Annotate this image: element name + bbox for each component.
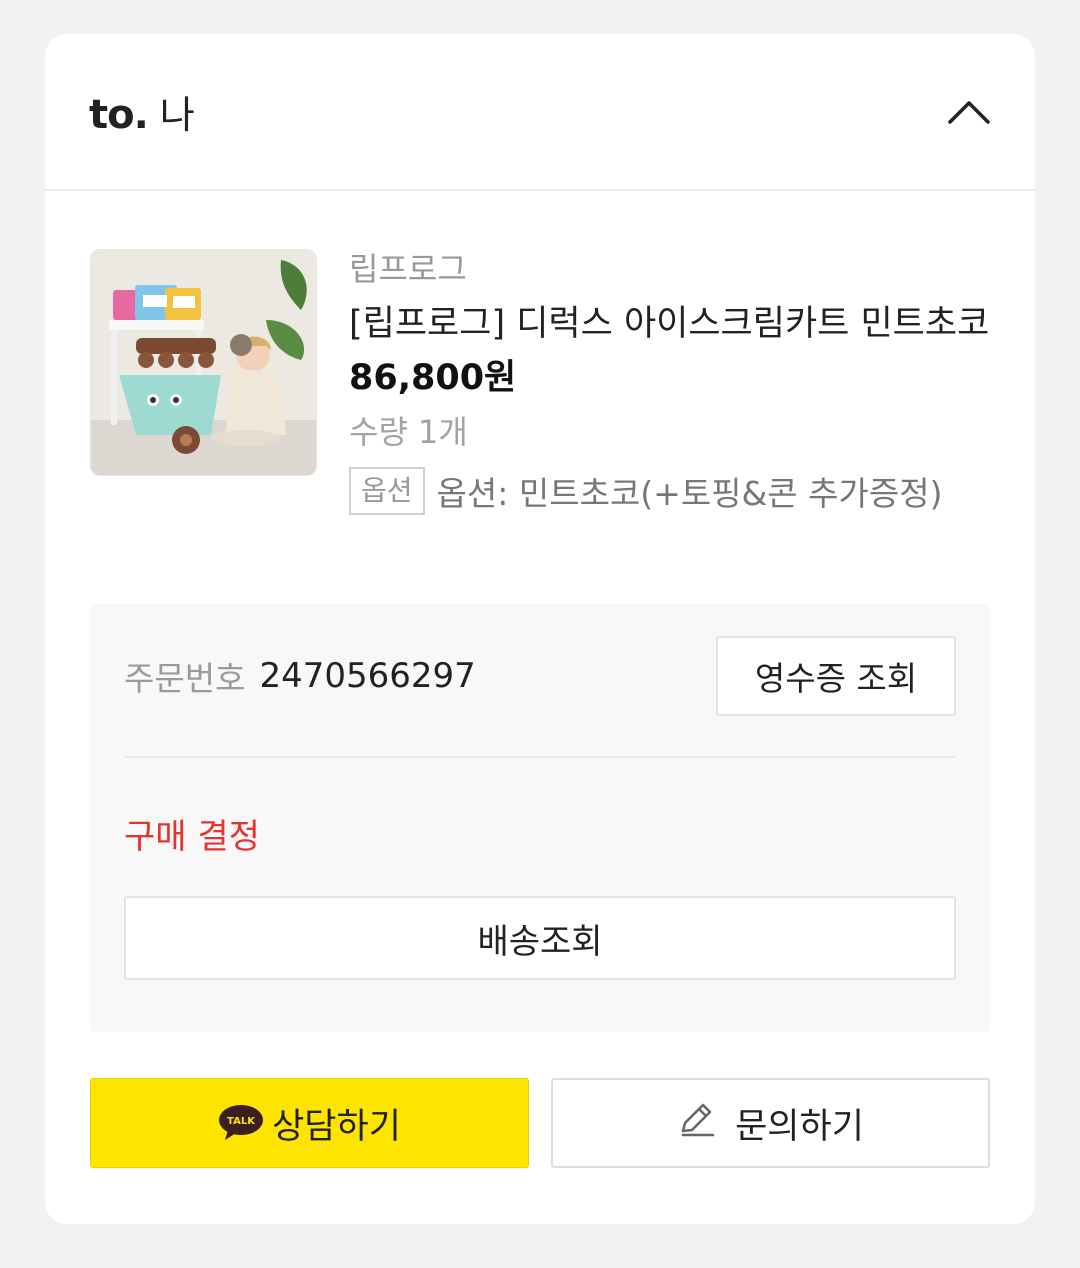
talk-icon-text: TALK [227,1116,256,1127]
product-option: 옵션 옵션: 민트초코(+토핑&콘 추가증정) [349,467,990,515]
order-status: 구매 결정 [124,817,260,857]
order-info-box: 주문번호 2470566297 영수증 조회 구매 결정 배송조회 [90,604,990,1032]
product-info: 립프로그 [립프로그] 디럭스 아이스크림카트 민트초코 86,800원 수량 … [349,249,990,515]
inquiry-button[interactable]: 문의하기 [551,1078,990,1168]
divider [124,756,956,758]
action-buttons: TALK 상담하기 문의하기 [90,1078,990,1168]
inquiry-button-label: 문의하기 [735,1106,864,1147]
chevron-up-icon[interactable] [947,90,991,134]
recipient-name: 나 [159,93,195,137]
pencil-icon [677,1099,717,1148]
consult-button[interactable]: TALK 상담하기 [90,1078,529,1168]
product-quantity: 수량 1개 [349,413,468,451]
order-card: to. 나 립프로그 [립프로그] 디럭스 아이스크림카트 민트초코 86,80… [45,34,1035,1224]
option-tag: 옵션 [349,467,425,515]
product-image[interactable] [90,249,317,476]
recipient: to. 나 [89,84,195,139]
consult-button-label: 상담하기 [272,1106,401,1147]
product-title[interactable]: [립프로그] 디럭스 아이스크림카트 민트초코 [349,299,990,349]
order-number-row: 주문번호 2470566297 영수증 조회 [124,635,956,717]
card-header[interactable]: to. 나 [45,34,1035,191]
option-text: 옵션: 민트초코(+토핑&콘 추가증정) [436,474,943,513]
order-number-label: 주문번호 [124,659,246,698]
product-brand[interactable]: 립프로그 [349,249,990,289]
kakao-talk-icon: TALK [218,1104,264,1142]
shipping-track-button[interactable]: 배송조회 [124,896,956,980]
receipt-button[interactable]: 영수증 조회 [716,636,956,716]
order-number: 주문번호 2470566297 [124,652,476,700]
order-number-value: 2470566297 [259,656,476,696]
product-item: 립프로그 [립프로그] 디럭스 아이스크림카트 민트초코 86,800원 수량 … [90,249,990,579]
product-price: 86,800원 [349,358,517,398]
to-label: to. [89,92,149,138]
